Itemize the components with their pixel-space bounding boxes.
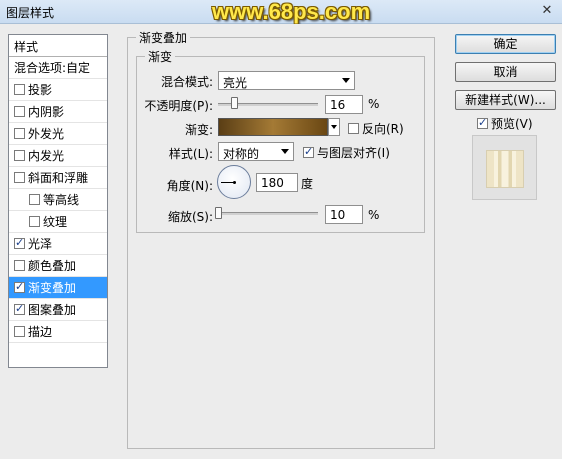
sidebar-item[interactable]: 描边 <box>9 321 107 343</box>
dialog-body: 样式 混合选项:自定 投影内阴影外发光内发光斜面和浮雕等高线纹理光泽颜色叠加渐变… <box>0 24 562 459</box>
gradient-subgroup-title: 渐变 <box>145 48 176 65</box>
sidebar-item-label: 纹理 <box>43 215 68 229</box>
sidebar-item-label: 光泽 <box>28 237 53 251</box>
sidebar-item-label: 等高线 <box>43 193 80 207</box>
angle-input[interactable]: 180 <box>256 173 298 192</box>
sidebar-item-checkbox[interactable] <box>14 150 25 161</box>
sidebar-item[interactable]: 渐变叠加 <box>9 277 107 299</box>
style-preview <box>472 135 537 200</box>
sidebar-item-label: 渐变叠加 <box>28 281 77 295</box>
ok-button[interactable]: 确定 <box>455 34 556 54</box>
angle-dial[interactable] <box>217 165 251 199</box>
sidebar-item[interactable]: 等高线 <box>9 189 107 211</box>
style-label: 样式(L): <box>168 147 213 161</box>
sidebar-item-checkbox[interactable] <box>14 236 25 249</box>
style-select[interactable]: 对称的 <box>218 142 294 161</box>
sidebar-item-label: 描边 <box>28 325 53 339</box>
sidebar-item[interactable]: 颜色叠加 <box>9 255 107 277</box>
chevron-down-icon <box>281 149 289 154</box>
close-icon[interactable]: ✕ <box>540 4 554 18</box>
align-with-layer-option[interactable]: 与图层对齐(I) <box>303 144 390 161</box>
align-with-layer-label: 与图层对齐(I) <box>317 146 390 160</box>
sidebar-item[interactable]: 图案叠加 <box>9 299 107 321</box>
sidebar-item-checkbox[interactable] <box>29 216 40 227</box>
sidebar-item[interactable]: 纹理 <box>9 211 107 233</box>
sidebar-item-label: 投影 <box>28 83 53 97</box>
title-bar: 图层样式 www.68ps.com ✕ <box>0 0 562 24</box>
opacity-label: 不透明度(P): <box>144 99 213 113</box>
preview-checkbox[interactable] <box>477 116 488 129</box>
sidebar-item-label: 内发光 <box>28 149 65 163</box>
sidebar-item-label: 图案叠加 <box>28 303 77 317</box>
sidebar-item-label: 斜面和浮雕 <box>28 171 89 185</box>
sidebar-item-checkbox[interactable] <box>14 172 25 183</box>
sidebar-item-checkbox[interactable] <box>14 106 25 117</box>
sidebar-item-checkbox[interactable] <box>14 128 25 139</box>
sidebar-item[interactable]: 内阴影 <box>9 101 107 123</box>
blend-mode-label: 混合模式: <box>160 75 213 89</box>
sidebar-item-checkbox[interactable] <box>14 326 25 337</box>
window-title: 图层样式 <box>6 6 55 20</box>
chevron-down-icon <box>342 78 350 83</box>
gradient-swatch[interactable] <box>218 118 328 136</box>
angle-center-dot <box>233 181 236 184</box>
gradient-label: 渐变: <box>184 123 213 137</box>
sidebar-item-label: 颜色叠加 <box>28 259 77 273</box>
style-value: 对称的 <box>223 147 260 161</box>
opacity-input[interactable]: 16 <box>325 95 363 114</box>
gradient-picker-dropdown[interactable] <box>328 118 340 136</box>
sidebar-item-checkbox[interactable] <box>14 260 25 271</box>
styles-list: 样式 混合选项:自定 投影内阴影外发光内发光斜面和浮雕等高线纹理光泽颜色叠加渐变… <box>8 34 108 368</box>
reverse-option[interactable]: 反向(R) <box>348 120 404 137</box>
sidebar-item[interactable]: 光泽 <box>9 233 107 255</box>
angle-unit: 度 <box>301 177 314 191</box>
sidebar-item-checkbox[interactable] <box>29 194 40 205</box>
scale-unit: % <box>368 208 380 222</box>
style-preview-swatch <box>486 150 524 188</box>
sidebar-item-checkbox[interactable] <box>14 302 25 315</box>
sidebar-item-checkbox[interactable] <box>14 84 25 95</box>
scale-slider-thumb[interactable] <box>215 207 222 219</box>
sidebar-item[interactable]: 斜面和浮雕 <box>9 167 107 189</box>
angle-label: 角度(N): <box>166 179 213 193</box>
opacity-slider-thumb[interactable] <box>231 97 238 109</box>
styles-header: 样式 <box>9 35 107 57</box>
blend-options-label: 混合选项:自定 <box>14 61 91 75</box>
opacity-unit: % <box>368 97 380 111</box>
scale-input[interactable]: 10 <box>325 205 363 224</box>
scale-slider-track[interactable] <box>218 212 318 215</box>
cancel-button[interactable]: 取消 <box>455 62 556 82</box>
watermark: www.68ps.com <box>212 0 371 24</box>
sidebar-item[interactable]: 内发光 <box>9 145 107 167</box>
style-items: 投影内阴影外发光内发光斜面和浮雕等高线纹理光泽颜色叠加渐变叠加图案叠加描边 <box>9 79 107 343</box>
reverse-checkbox[interactable] <box>348 123 359 134</box>
blend-options-item[interactable]: 混合选项:自定 <box>9 57 107 79</box>
sidebar-item[interactable]: 投影 <box>9 79 107 101</box>
new-style-button[interactable]: 新建样式(W)... <box>455 90 556 110</box>
gradient-overlay-title: 渐变叠加 <box>136 29 191 46</box>
sidebar-item[interactable]: 外发光 <box>9 123 107 145</box>
reverse-label: 反向(R) <box>362 122 404 136</box>
sidebar-item-label: 外发光 <box>28 127 65 141</box>
blend-mode-value: 亮光 <box>223 76 248 90</box>
blend-mode-select[interactable]: 亮光 <box>218 71 355 90</box>
scale-label: 缩放(S): <box>167 210 213 224</box>
preview-label: 预览(V) <box>491 117 533 131</box>
preview-option[interactable]: 预览(V) <box>477 115 533 132</box>
sidebar-item-label: 内阴影 <box>28 105 65 119</box>
align-with-layer-checkbox[interactable] <box>303 145 314 158</box>
sidebar-item-checkbox[interactable] <box>14 280 25 293</box>
